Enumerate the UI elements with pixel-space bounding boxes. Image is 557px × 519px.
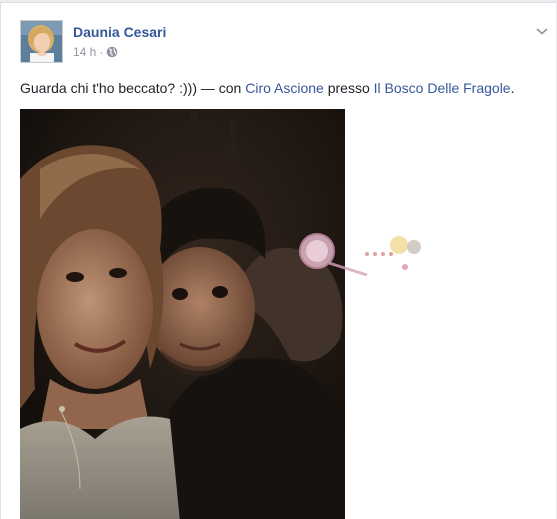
timestamp-link[interactable]: 14 h xyxy=(73,45,96,59)
meta-separator: · xyxy=(99,45,104,59)
selfie-photo-image xyxy=(20,109,345,519)
status-message: Guarda chi t'ho beccato? :))) — con xyxy=(20,80,246,96)
status-presso: presso xyxy=(323,80,374,96)
chevron-down-icon[interactable] xyxy=(535,23,549,35)
post-photo[interactable] xyxy=(20,109,345,519)
watermark-logo xyxy=(295,231,429,281)
avatar-image xyxy=(21,21,62,62)
post-meta: 14 h · xyxy=(73,45,118,59)
tagged-person-link[interactable]: Ciro Ascione xyxy=(245,80,324,96)
globe-icon[interactable] xyxy=(106,46,118,58)
feed-post: Daunia Cesari 14 h · Guarda chi t'ho bec… xyxy=(0,2,556,519)
status-end: . xyxy=(510,80,515,96)
author-name[interactable]: Daunia Cesari xyxy=(73,24,166,40)
location-link[interactable]: Il Bosco Delle Fragole xyxy=(374,80,511,96)
author-avatar[interactable] xyxy=(20,20,63,63)
status-text: Guarda chi t'ho beccato? :))) — con Ciro… xyxy=(20,80,514,96)
